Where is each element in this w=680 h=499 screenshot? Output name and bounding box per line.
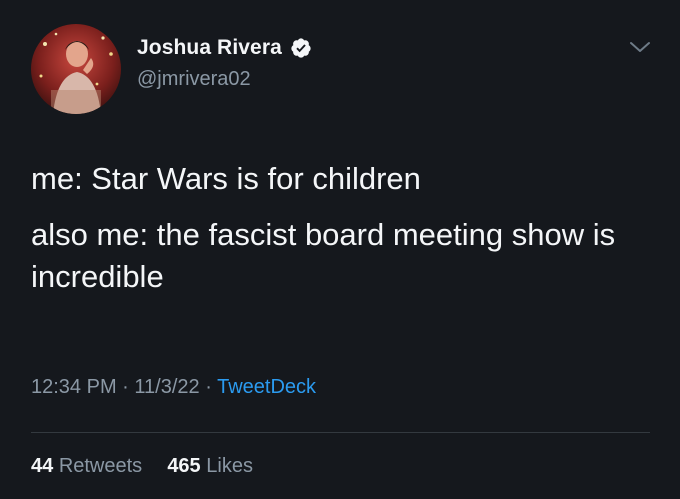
meta-separator: ·: [205, 376, 212, 398]
likes-stat[interactable]: 465 Likes: [167, 455, 253, 477]
likes-label: Likes: [206, 455, 253, 477]
author-name-row: Joshua Rivera: [137, 36, 312, 60]
likes-count: 465: [167, 455, 201, 477]
tweet-time[interactable]: 12:34 PM: [31, 376, 117, 398]
avatar[interactable]: [31, 24, 121, 114]
retweets-stat[interactable]: 44 Retweets: [31, 455, 148, 477]
tweet-source-link[interactable]: TweetDeck: [217, 376, 316, 398]
tweet-line: me: Star Wars is for children: [31, 161, 421, 196]
tweet-line: also me: the fascist board meeting show …: [31, 217, 616, 294]
retweets-count: 44: [31, 455, 54, 477]
tweet-meta: 12:34 PM · 11/3/22 · TweetDeck: [31, 376, 316, 399]
tweet-date[interactable]: 11/3/22: [134, 376, 199, 398]
verified-badge-icon: [291, 38, 311, 58]
display-name[interactable]: Joshua Rivera: [137, 36, 282, 60]
author-handle[interactable]: @jmrivera02: [137, 68, 251, 91]
chevron-down-icon[interactable]: [627, 38, 653, 56]
tweet-stats: 44 Retweets 465 Likes: [31, 455, 253, 478]
retweets-label: Retweets: [58, 455, 143, 477]
divider: [31, 432, 650, 433]
tweet-text: me: Star Wars is for children also me: t…: [31, 158, 651, 298]
tweet-card: Joshua Rivera @jmrivera02 me: Star Wars …: [0, 0, 680, 499]
meta-separator: ·: [122, 376, 129, 398]
